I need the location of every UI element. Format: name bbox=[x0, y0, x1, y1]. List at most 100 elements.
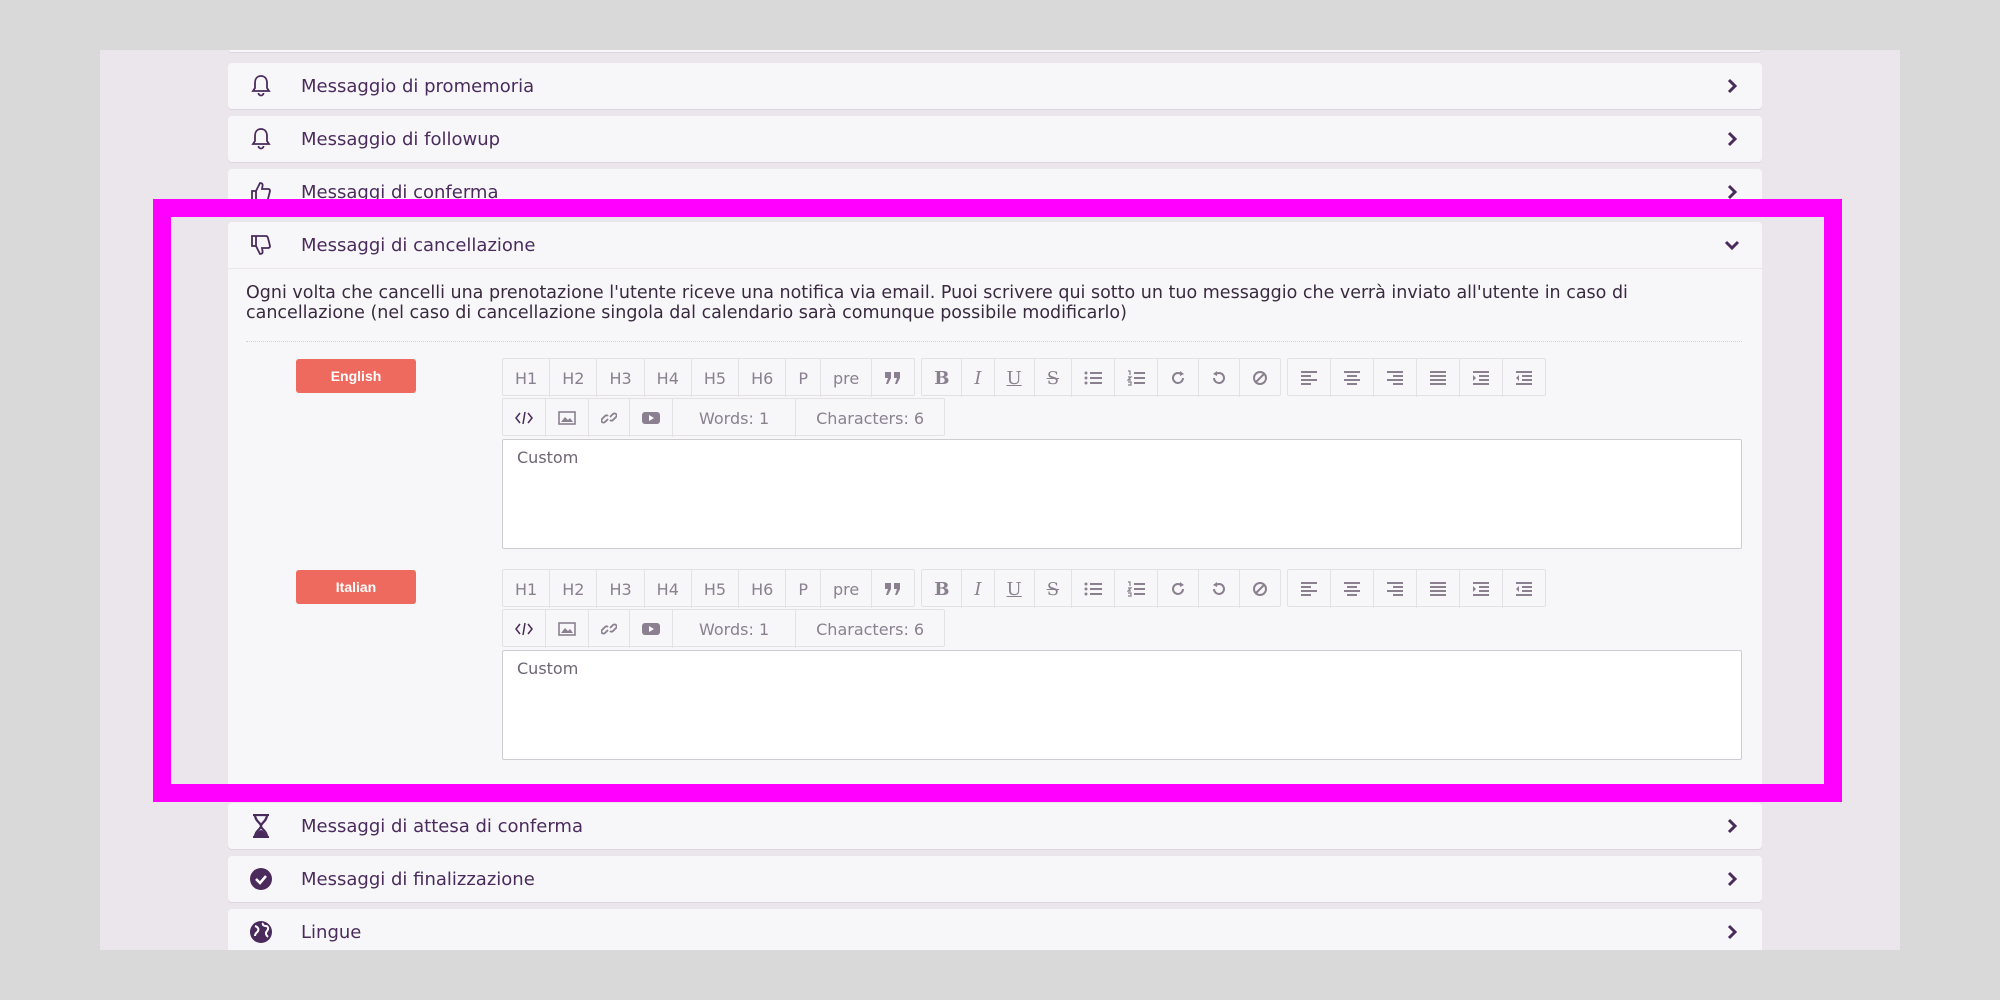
code-view-icon[interactable] bbox=[503, 610, 546, 648]
section-description: Ogni volta che cancelli una prenotazione… bbox=[246, 283, 1628, 323]
quote-icon[interactable] bbox=[872, 359, 914, 397]
video-icon[interactable] bbox=[630, 399, 673, 437]
bold-icon[interactable]: B bbox=[922, 570, 963, 608]
outdent-icon[interactable] bbox=[1503, 359, 1545, 397]
h1-button[interactable]: H1 bbox=[503, 359, 551, 397]
language-button-english[interactable]: English bbox=[296, 359, 416, 393]
h4-button[interactable]: H4 bbox=[645, 570, 692, 608]
strikethrough-icon[interactable]: S bbox=[1035, 570, 1073, 608]
chevron-right-icon bbox=[1722, 869, 1742, 889]
accordion-row-followup[interactable]: Messaggio di followup bbox=[228, 116, 1762, 162]
undo-icon[interactable] bbox=[1199, 570, 1241, 608]
bullet-list-icon[interactable] bbox=[1072, 359, 1116, 397]
editor-toolbar-row2: Words: 1 Characters: 6 bbox=[502, 398, 951, 437]
h2-button[interactable]: H2 bbox=[550, 359, 598, 397]
check-circle-icon bbox=[248, 866, 274, 892]
globe-icon bbox=[248, 919, 274, 945]
link-icon[interactable] bbox=[589, 610, 630, 648]
align-justify-icon[interactable] bbox=[1417, 359, 1461, 397]
accordion-title: Messaggio di followup bbox=[301, 128, 501, 150]
redo-icon[interactable] bbox=[1158, 359, 1200, 397]
accordion-row-promemoria[interactable]: Messaggio di promemoria bbox=[228, 63, 1762, 109]
accordion-title: Messaggio di promemoria bbox=[301, 75, 535, 97]
accordion-row-attesa[interactable]: Messaggi di attesa di conferma bbox=[228, 803, 1762, 849]
bold-icon[interactable]: B bbox=[922, 359, 963, 397]
bell-icon bbox=[248, 126, 274, 152]
chevron-down-icon bbox=[1722, 235, 1742, 255]
accordion-row-finalizzazione[interactable]: Messaggi di finalizzazione bbox=[228, 856, 1762, 902]
clear-format-icon[interactable] bbox=[1240, 570, 1280, 608]
align-left-icon[interactable] bbox=[1288, 570, 1332, 608]
outdent-icon[interactable] bbox=[1503, 570, 1545, 608]
accordion-header-cancellazione[interactable]: Messaggi di cancellazione bbox=[228, 222, 1762, 268]
underline-icon[interactable]: U bbox=[995, 570, 1035, 608]
h3-button[interactable]: H3 bbox=[597, 359, 645, 397]
thumbs-down-icon bbox=[248, 232, 274, 258]
accordion-title: Messaggi di attesa di conferma bbox=[301, 815, 583, 837]
link-icon[interactable] bbox=[589, 399, 630, 437]
indent-icon[interactable] bbox=[1460, 359, 1504, 397]
align-justify-icon[interactable] bbox=[1417, 570, 1461, 608]
word-count: Words: 1 bbox=[673, 399, 797, 437]
bullet-list-icon[interactable] bbox=[1072, 570, 1116, 608]
numbered-list-icon[interactable] bbox=[1115, 570, 1159, 608]
chevron-right-icon bbox=[1722, 129, 1742, 149]
editor-italian[interactable]: Custom bbox=[502, 650, 1742, 760]
h6-button[interactable]: H6 bbox=[739, 570, 787, 608]
italic-icon[interactable]: I bbox=[962, 359, 995, 397]
accordion-title: Lingue bbox=[301, 921, 362, 943]
align-group bbox=[1287, 569, 1547, 608]
h2-button[interactable]: H2 bbox=[550, 570, 598, 608]
paragraph-button[interactable]: P bbox=[786, 570, 821, 608]
accordion-body: Ogni volta che cancelli una prenotazione… bbox=[228, 268, 1762, 760]
h3-button[interactable]: H3 bbox=[597, 570, 645, 608]
settings-panel: Messaggio di promemoria Messaggio di fol… bbox=[100, 50, 1900, 950]
align-right-icon[interactable] bbox=[1374, 359, 1418, 397]
redo-icon[interactable] bbox=[1158, 570, 1200, 608]
divider bbox=[246, 341, 1742, 342]
chevron-right-icon bbox=[1722, 816, 1742, 836]
pre-button[interactable]: pre bbox=[821, 570, 873, 608]
editor-english[interactable]: Custom bbox=[502, 439, 1742, 549]
format-group: B I U S bbox=[921, 358, 1282, 397]
paragraph-button[interactable]: P bbox=[786, 359, 821, 397]
character-count: Characters: 6 bbox=[816, 408, 925, 428]
undo-icon[interactable] bbox=[1199, 359, 1241, 397]
h5-button[interactable]: H5 bbox=[692, 359, 740, 397]
h5-button[interactable]: H5 bbox=[692, 570, 740, 608]
editor-content: Custom bbox=[517, 448, 579, 467]
align-group bbox=[1287, 358, 1547, 397]
editor-toolbar-row1: H1 H2 H3 H4 H5 H6 P pre B I U S bbox=[502, 569, 1552, 608]
h6-button[interactable]: H6 bbox=[739, 359, 787, 397]
h4-button[interactable]: H4 bbox=[645, 359, 692, 397]
accordion-row-lingue[interactable]: Lingue bbox=[228, 909, 1762, 950]
word-count: Words: 1 bbox=[673, 610, 797, 648]
insert-group: Words: 1 Characters: 6 bbox=[502, 609, 946, 648]
hourglass-icon bbox=[248, 813, 274, 839]
align-center-icon[interactable] bbox=[1331, 570, 1375, 608]
align-right-icon[interactable] bbox=[1374, 570, 1418, 608]
numbered-list-icon[interactable] bbox=[1115, 359, 1159, 397]
pre-button[interactable]: pre bbox=[821, 359, 873, 397]
align-left-icon[interactable] bbox=[1288, 359, 1332, 397]
align-center-icon[interactable] bbox=[1331, 359, 1375, 397]
indent-icon[interactable] bbox=[1460, 570, 1504, 608]
thumbs-up-icon bbox=[248, 179, 274, 205]
clear-format-icon[interactable] bbox=[1240, 359, 1280, 397]
code-view-icon[interactable] bbox=[503, 399, 546, 437]
quote-icon[interactable] bbox=[872, 570, 914, 608]
language-button-italian[interactable]: Italian bbox=[296, 570, 416, 604]
italic-icon[interactable]: I bbox=[962, 570, 995, 608]
underline-icon[interactable]: U bbox=[995, 359, 1035, 397]
h1-button[interactable]: H1 bbox=[503, 570, 551, 608]
editor-content: Custom bbox=[517, 659, 579, 678]
insert-group: Words: 1 Characters: 6 bbox=[502, 398, 946, 437]
strikethrough-icon[interactable]: S bbox=[1035, 359, 1073, 397]
image-icon[interactable] bbox=[546, 610, 589, 648]
accordion-title: Messaggi di cancellazione bbox=[301, 234, 536, 256]
video-icon[interactable] bbox=[630, 610, 673, 648]
accordion-title: Messaggi di conferma bbox=[301, 181, 499, 203]
accordion-row-partial bbox=[228, 50, 1762, 52]
image-icon[interactable] bbox=[546, 399, 589, 437]
accordion-row-conferma[interactable]: Messaggi di conferma bbox=[228, 169, 1762, 215]
